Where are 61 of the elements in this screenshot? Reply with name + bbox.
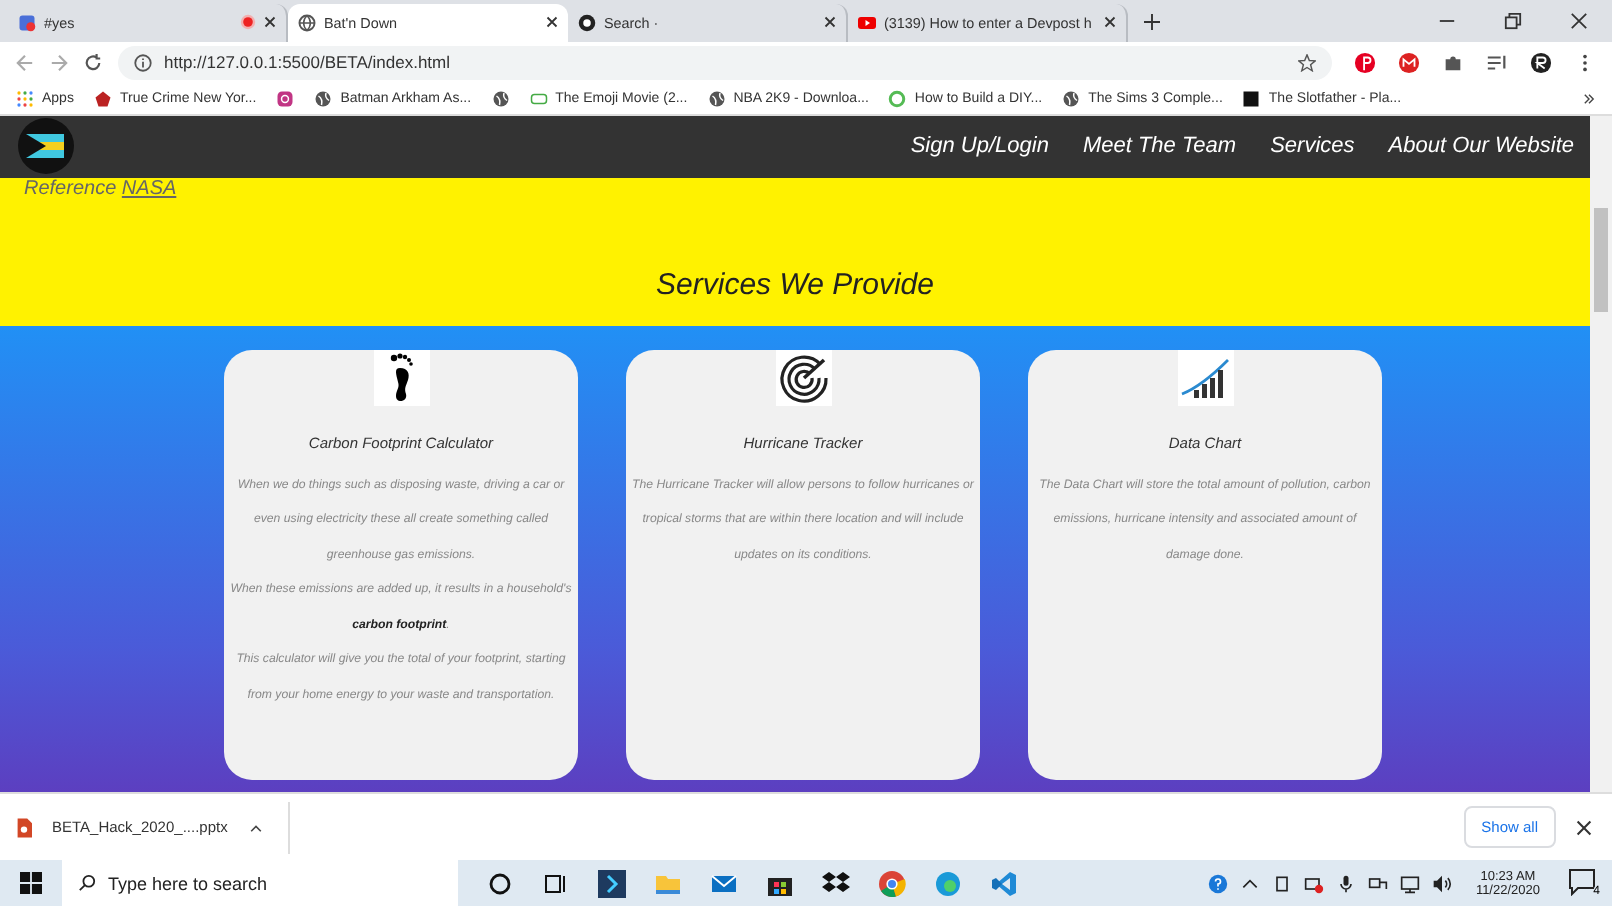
- chrome-icon[interactable]: [878, 869, 906, 897]
- footprint-icon: [373, 349, 429, 406]
- bookmark-icon: [707, 89, 726, 108]
- bookmark-icon: [1062, 89, 1081, 108]
- logo-icon[interactable]: [16, 116, 76, 177]
- bookmark-icon: [16, 89, 34, 108]
- close-icon[interactable]: [824, 16, 836, 29]
- bookmark-icon[interactable]: [491, 89, 510, 108]
- code-editor-icon[interactable]: [990, 869, 1018, 897]
- mail-icon[interactable]: [1398, 51, 1420, 74]
- star-icon[interactable]: [1298, 53, 1316, 72]
- bookmark-icon: [93, 89, 112, 108]
- close-icon[interactable]: [546, 16, 558, 29]
- profile-icon[interactable]: [1530, 51, 1552, 74]
- close-icon[interactable]: [1576, 819, 1592, 836]
- bookmark-icon: [314, 89, 333, 108]
- nav-link[interactable]: Sign Up/Login: [910, 134, 1049, 159]
- close-icon[interactable]: [1104, 16, 1116, 29]
- puzzle-icon[interactable]: [1442, 51, 1464, 74]
- microphone-icon[interactable]: [1335, 873, 1356, 893]
- file-icon: [16, 817, 32, 838]
- bookmark-icon: [1242, 89, 1261, 108]
- terminal-icon[interactable]: [598, 869, 626, 897]
- nav-link[interactable]: Meet The Team: [1082, 134, 1237, 159]
- reference-label: Reference: [24, 177, 117, 200]
- bar-chart-icon: [1177, 349, 1233, 406]
- close-icon[interactable]: [1570, 11, 1588, 30]
- help-icon[interactable]: [1207, 873, 1228, 893]
- video-icon: [858, 13, 876, 32]
- new-tab-icon[interactable]: [1144, 13, 1160, 30]
- search-icon: [78, 874, 96, 892]
- chevron-icon[interactable]: [1582, 91, 1596, 106]
- windows-icon[interactable]: [20, 872, 42, 894]
- reference-link[interactable]: NASA: [121, 177, 177, 200]
- close-icon[interactable]: [264, 16, 276, 29]
- scrollbar[interactable]: [1590, 115, 1612, 793]
- address-field[interactable]: http://127.0.0.1:5500/BETA/index.html: [118, 45, 1332, 80]
- globe-icon: [298, 13, 316, 32]
- edge-icon[interactable]: [934, 869, 962, 897]
- app-icon: [18, 13, 36, 32]
- playlist-icon[interactable]: [1486, 51, 1508, 74]
- task-view-icon[interactable]: [542, 869, 570, 897]
- search-field[interactable]: Type here to search: [62, 860, 458, 906]
- chat-icon: [1568, 867, 1596, 895]
- section-title: Services We Provide: [654, 267, 936, 302]
- device-icon[interactable]: [1271, 873, 1292, 893]
- mail-icon[interactable]: [710, 869, 738, 897]
- reload-icon[interactable]: [84, 53, 102, 72]
- bookmark-icon: [529, 89, 548, 108]
- radar-icon: [775, 349, 831, 406]
- monitor-icon[interactable]: [1399, 873, 1420, 893]
- bookmark-icon[interactable]: [276, 89, 295, 108]
- info-icon: [134, 53, 152, 72]
- restore-icon[interactable]: [1504, 11, 1522, 30]
- nav-link[interactable]: Services: [1270, 134, 1355, 159]
- camera-icon[interactable]: [1303, 873, 1324, 893]
- nav-link[interactable]: About Our Website: [1388, 134, 1574, 159]
- pin-icon[interactable]: [1354, 51, 1376, 74]
- speaker-icon[interactable]: [1431, 873, 1452, 893]
- cortana-icon[interactable]: [486, 869, 514, 897]
- bookmark-icon: [888, 89, 907, 108]
